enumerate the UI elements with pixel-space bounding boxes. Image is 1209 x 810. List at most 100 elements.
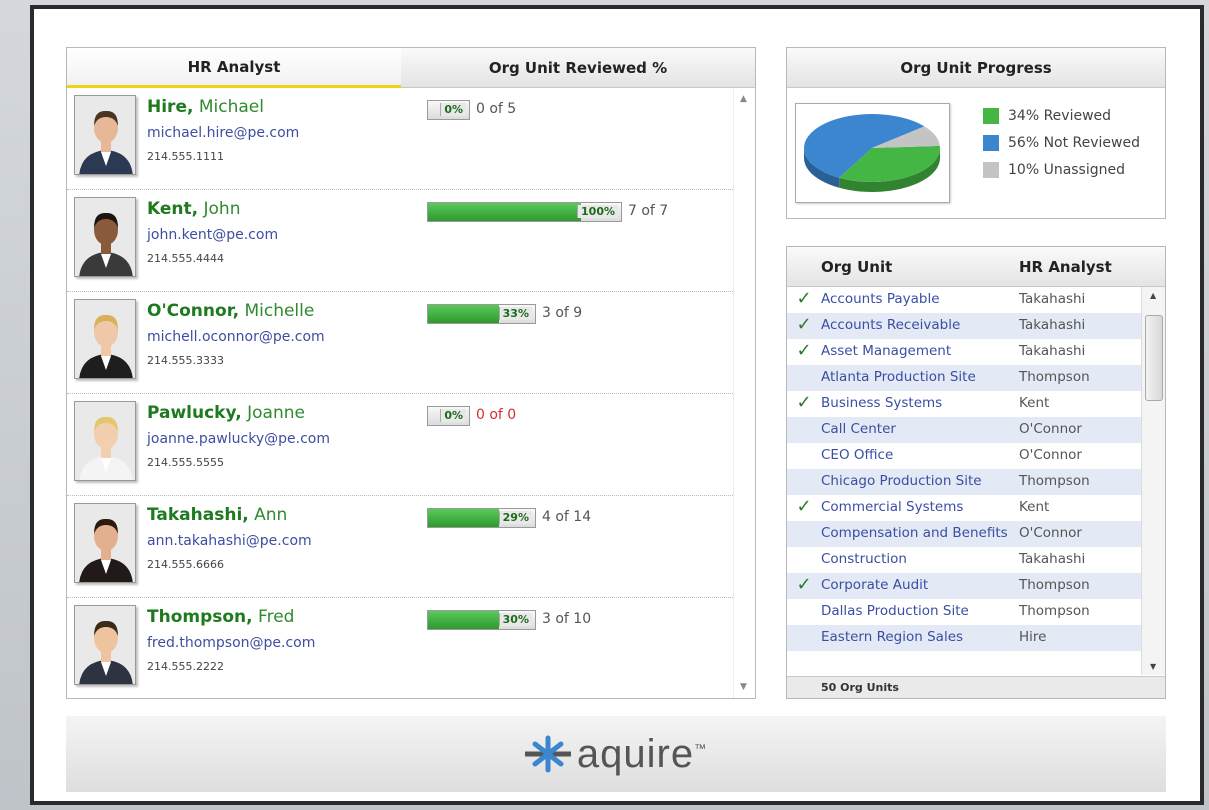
org-unit-name[interactable]: Accounts Payable xyxy=(821,287,1019,313)
org-unit-row[interactable]: ✓ Accounts Payable Takahashi xyxy=(787,287,1141,313)
org-unit-row[interactable]: ✓ Asset Management Takahashi xyxy=(787,339,1141,365)
scroll-up-icon[interactable]: ▲ xyxy=(1150,291,1156,300)
org-unit-row[interactable]: CEO Office O'Connor xyxy=(787,443,1141,469)
org-unit-analyst: Takahashi xyxy=(1019,343,1086,359)
check-icon: ✓ xyxy=(796,314,812,335)
check-icon: ✓ xyxy=(796,340,812,361)
org-unit-analyst: O'Connor xyxy=(1019,525,1082,541)
review-progress-bar: 30% xyxy=(427,610,536,630)
org-unit-row[interactable]: ✓ Business Systems Kent xyxy=(787,391,1141,417)
brand-wordmark: aquire™ xyxy=(576,731,708,776)
analyst-last-name: Pawlucky, xyxy=(147,403,242,423)
avatar xyxy=(74,299,136,379)
legend-item-reviewed: 34% Reviewed xyxy=(983,108,1111,124)
org-unit-name[interactable]: Compensation and Benefits xyxy=(821,521,1019,547)
analyst-last-name: Takahashi, xyxy=(147,505,249,525)
analyst-last-name: O'Connor, xyxy=(147,301,240,321)
org-unit-row[interactable]: Eastern Region Sales Hire xyxy=(787,625,1141,651)
check-placeholder xyxy=(787,365,821,391)
review-count: 3 of 10 xyxy=(542,611,592,627)
org-unit-row[interactable]: ✓ Corporate Audit Thompson xyxy=(787,573,1141,599)
org-unit-analyst: Thompson xyxy=(1019,603,1090,619)
analyst-row[interactable]: Hire, Michael michael.hire@pe.com 214.55… xyxy=(67,88,733,190)
org-unit-analyst: Takahashi xyxy=(1019,291,1086,307)
analyst-list-scrollbar[interactable]: ▲ ▼ xyxy=(733,88,755,698)
avatar xyxy=(74,95,136,175)
org-unit-analyst: Thompson xyxy=(1019,577,1090,593)
analyst-row[interactable]: Takahashi, Ann ann.takahashi@pe.com 214.… xyxy=(67,496,733,598)
review-progress-percent: 29% xyxy=(498,511,532,524)
avatar xyxy=(74,605,136,685)
analyst-email[interactable]: michael.hire@pe.com xyxy=(147,125,299,141)
column-header-reviewed[interactable]: Org Unit Reviewed % xyxy=(401,48,755,88)
legend-label-reviewed: 34% Reviewed xyxy=(1008,108,1112,124)
org-unit-name[interactable]: CEO Office xyxy=(821,443,1019,469)
check-icon: ✓ xyxy=(796,288,812,309)
review-progress-percent: 30% xyxy=(498,613,532,626)
org-unit-name[interactable]: Asset Management xyxy=(821,339,1019,365)
brand-footer: aquire™ xyxy=(66,716,1166,792)
org-unit-row[interactable]: Construction Takahashi xyxy=(787,547,1141,573)
review-progress-fill xyxy=(428,305,499,323)
avatar xyxy=(74,197,136,277)
org-unit-analyst: Thompson xyxy=(1019,369,1090,385)
analyst-row[interactable]: Pawlucky, Joanne joanne.pawlucky@pe.com … xyxy=(67,394,733,496)
org-unit-rows: ✓ Accounts Payable Takahashi ✓ Accounts … xyxy=(787,287,1141,651)
org-unit-row[interactable]: Call Center O'Connor xyxy=(787,417,1141,443)
check-icon: ✓ xyxy=(796,574,812,595)
analyst-email[interactable]: fred.thompson@pe.com xyxy=(147,635,315,651)
scrollbar-thumb[interactable] xyxy=(1145,315,1163,401)
analyst-row[interactable]: O'Connor, Michelle michell.oconnor@pe.co… xyxy=(67,292,733,394)
scroll-up-icon[interactable]: ▲ xyxy=(740,94,747,104)
analyst-email[interactable]: ann.takahashi@pe.com xyxy=(147,533,312,549)
org-unit-analyst: O'Connor xyxy=(1019,421,1082,437)
org-unit-row[interactable]: ✓ Accounts Receivable Takahashi xyxy=(787,313,1141,339)
analyst-email[interactable]: joanne.pawlucky@pe.com xyxy=(147,431,330,447)
review-progress-bar: 100% xyxy=(427,202,622,222)
legend-label-unassigned: 10% Unassigned xyxy=(1008,162,1126,178)
review-progress-fill xyxy=(428,611,499,629)
scroll-down-icon[interactable]: ▼ xyxy=(1150,662,1156,671)
analyst-name: Kent, John xyxy=(147,199,240,219)
analyst-row[interactable]: Thompson, Fred fred.thompson@pe.com 214.… xyxy=(67,598,733,698)
org-unit-row[interactable]: Dallas Production Site Thompson xyxy=(787,599,1141,625)
column-header-org-unit[interactable]: Org Unit xyxy=(821,258,1019,276)
analyst-first-name: John xyxy=(203,199,241,219)
avatar xyxy=(74,503,136,583)
analyst-list: Hire, Michael michael.hire@pe.com 214.55… xyxy=(67,88,733,698)
org-unit-name[interactable]: Chicago Production Site xyxy=(821,469,1019,495)
org-unit-name[interactable]: Accounts Receivable xyxy=(821,313,1019,339)
check-placeholder xyxy=(787,599,821,625)
analyst-row[interactable]: Kent, John john.kent@pe.com 214.555.4444… xyxy=(67,190,733,292)
org-unit-row[interactable]: ✓ Commercial Systems Kent xyxy=(787,495,1141,521)
org-unit-name[interactable]: Corporate Audit xyxy=(821,573,1019,599)
org-unit-name[interactable]: Atlanta Production Site xyxy=(821,365,1019,391)
org-table-scrollbar[interactable]: ▲ ▼ xyxy=(1141,287,1165,675)
org-unit-name[interactable]: Commercial Systems xyxy=(821,495,1019,521)
org-unit-name[interactable]: Dallas Production Site xyxy=(821,599,1019,625)
column-header-hr-analyst[interactable]: HR Analyst xyxy=(67,48,401,88)
legend-swatch-not-reviewed xyxy=(983,135,999,151)
org-unit-row[interactable]: Atlanta Production Site Thompson xyxy=(787,365,1141,391)
org-unit-row[interactable]: Compensation and Benefits O'Connor xyxy=(787,521,1141,547)
analyst-phone: 214.555.4444 xyxy=(147,252,224,265)
org-unit-name[interactable]: Construction xyxy=(821,547,1019,573)
avatar xyxy=(74,401,136,481)
org-unit-name[interactable]: Business Systems xyxy=(821,391,1019,417)
analyst-first-name: Ann xyxy=(254,505,288,525)
analyst-email[interactable]: michell.oconnor@pe.com xyxy=(147,329,325,345)
analyst-first-name: Michelle xyxy=(244,301,315,321)
analyst-name: Thompson, Fred xyxy=(147,607,294,627)
org-unit-count: 50 Org Units xyxy=(787,676,1165,698)
analyst-first-name: Fred xyxy=(258,607,295,627)
column-header-analyst[interactable]: HR Analyst xyxy=(1019,258,1112,276)
scroll-down-icon[interactable]: ▼ xyxy=(740,682,747,692)
review-progress-percent: 0% xyxy=(440,103,466,116)
check-placeholder xyxy=(787,521,821,547)
analyst-panel: HR Analyst Org Unit Reviewed % Hire, Mic… xyxy=(66,47,756,699)
org-unit-name[interactable]: Eastern Region Sales xyxy=(821,625,1019,651)
analyst-email[interactable]: john.kent@pe.com xyxy=(147,227,278,243)
org-unit-row[interactable]: Chicago Production Site Thompson xyxy=(787,469,1141,495)
org-unit-name[interactable]: Call Center xyxy=(821,417,1019,443)
legend-swatch-unassigned xyxy=(983,162,999,178)
